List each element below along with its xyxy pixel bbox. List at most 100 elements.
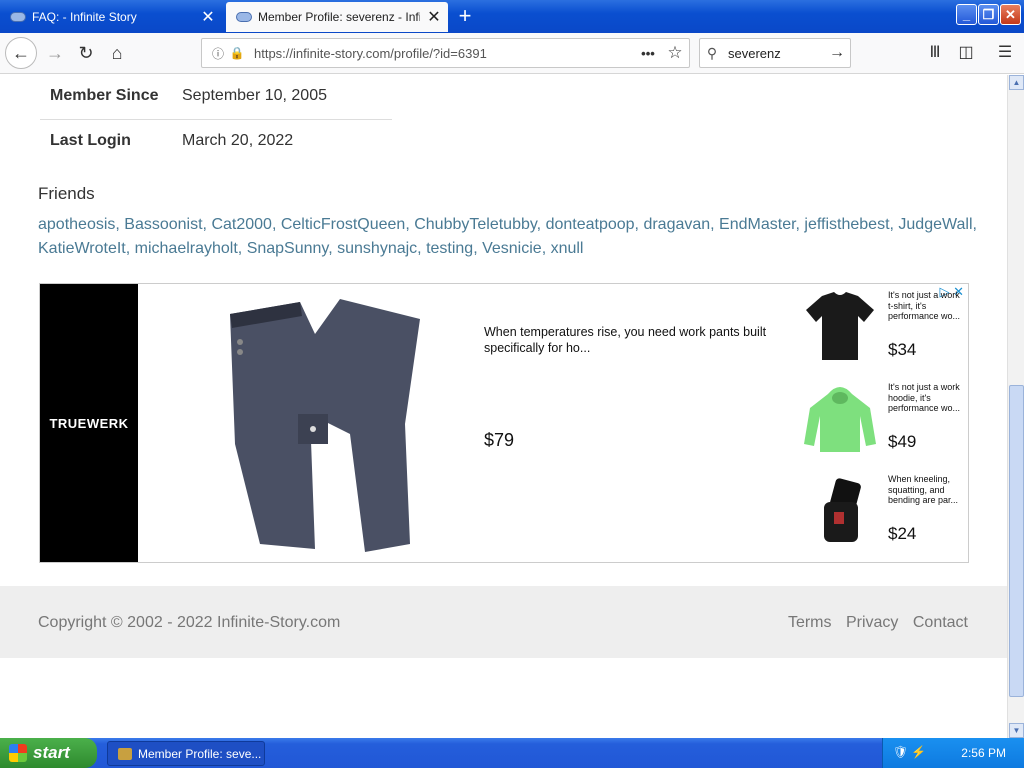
advertisement[interactable]: TRUEWERK When temperatures rise, you nee… bbox=[39, 283, 969, 563]
footer-link-terms[interactable]: Terms bbox=[788, 614, 832, 631]
footer-link-contact[interactable]: Contact bbox=[913, 614, 968, 631]
start-button[interactable]: start bbox=[0, 738, 97, 768]
friends-list: apotheosis, Bassoonist, Cat2000, CelticF… bbox=[38, 213, 978, 261]
bookmark-star-icon[interactable]: ☆ bbox=[661, 43, 689, 63]
menu-hamburger-icon[interactable]: ☰ bbox=[990, 38, 1020, 68]
friend-separator: , bbox=[125, 240, 135, 257]
tab-faq[interactable]: FAQ: - Infinite Story ✕ bbox=[0, 2, 222, 32]
tab-member-profile[interactable]: Member Profile: severenz - Infinite ✕ bbox=[226, 2, 448, 32]
clock: 2:56 PM bbox=[961, 746, 1006, 760]
tshirt-image bbox=[806, 292, 874, 360]
friend-link[interactable]: KatieWroteIt bbox=[38, 240, 126, 257]
friend-link[interactable]: CelticFrostQueen bbox=[281, 216, 406, 233]
vertical-scrollbar[interactable]: ▲ ▼ bbox=[1007, 75, 1024, 738]
friend-link[interactable]: ChubbyTeletubby bbox=[414, 216, 536, 233]
friend-link[interactable]: michaelrayholt bbox=[135, 240, 238, 257]
ad-description[interactable]: When temperatures rise, you need work pa… bbox=[484, 324, 774, 356]
browser-app-icon bbox=[118, 747, 132, 760]
hoodie-image bbox=[804, 387, 876, 452]
back-arrow-icon[interactable]: ← bbox=[5, 37, 37, 69]
friend-separator: , bbox=[405, 216, 415, 233]
address-bar[interactable]: ⓘ 🔒 https://infinite-story.com/profile/?… bbox=[201, 38, 690, 68]
tab-title: FAQ: - Infinite Story bbox=[32, 10, 137, 24]
ad-product-hoodie[interactable]: It's not just a work hoodie, it's perfor… bbox=[800, 378, 968, 468]
product-description: It's not just a work hoodie, it's perfor… bbox=[888, 382, 961, 413]
windows-taskbar: start Member Profile: seve... 🛡 ⚡ 2:56 P… bbox=[0, 738, 1024, 768]
windows-logo-icon bbox=[9, 744, 27, 762]
friend-link[interactable]: EndMaster bbox=[719, 216, 795, 233]
search-go-arrow-icon[interactable]: → bbox=[824, 44, 850, 62]
friend-separator: , bbox=[417, 240, 427, 257]
member-since-label: Member Since bbox=[50, 87, 159, 104]
friend-link[interactable]: sunshynajc bbox=[337, 240, 417, 257]
ad-brand-logo[interactable]: TRUEWERK bbox=[40, 284, 138, 562]
friend-separator: , bbox=[972, 216, 977, 233]
friend-link[interactable]: Bassoonist bbox=[124, 216, 202, 233]
friend-separator: , bbox=[271, 216, 281, 233]
footer-links: Terms Privacy Contact bbox=[778, 614, 968, 632]
search-bar[interactable]: ⚲ severenz → bbox=[699, 38, 851, 68]
sidebar-icon[interactable]: ◫ bbox=[951, 38, 981, 68]
friend-link[interactable]: apotheosis bbox=[38, 216, 115, 233]
scroll-thumb[interactable] bbox=[1009, 385, 1024, 697]
taskbar-item-browser[interactable]: Member Profile: seve... bbox=[107, 741, 265, 766]
tab-title: Member Profile: severenz - Infinite bbox=[258, 10, 420, 24]
search-icon: ⚲ bbox=[706, 44, 718, 61]
last-login-row: Last Login March 20, 2022 bbox=[40, 120, 392, 168]
member-since-row: Member Since September 10, 2005 bbox=[40, 75, 392, 120]
product-description: It's not just a work t-shirt, it's perfo… bbox=[888, 290, 961, 321]
system-tray: 🛡 ⚡ 2:56 PM bbox=[882, 738, 1024, 768]
minimize-button[interactable]: _ bbox=[956, 4, 977, 25]
info-icon[interactable]: ⓘ bbox=[208, 45, 228, 62]
new-tab-plus-icon[interactable]: + bbox=[452, 4, 478, 30]
reload-icon[interactable]: ↻ bbox=[71, 38, 101, 68]
ad-price[interactable]: $79 bbox=[484, 430, 514, 451]
friend-link[interactable]: SnapSunny bbox=[247, 240, 329, 257]
lock-warning-icon[interactable]: 🔒 bbox=[228, 46, 246, 60]
forward-arrow-icon[interactable]: → bbox=[40, 38, 70, 68]
security-shield-icon[interactable]: 🛡 bbox=[893, 745, 908, 759]
ad-product-tshirt[interactable]: It's not just a work t-shirt, it's perfo… bbox=[800, 286, 968, 376]
search-query[interactable]: severenz bbox=[728, 46, 824, 61]
scroll-down-arrow-icon[interactable]: ▼ bbox=[1009, 723, 1024, 738]
home-icon[interactable]: ⌂ bbox=[102, 38, 132, 68]
close-tab-icon[interactable]: ✕ bbox=[420, 7, 448, 27]
copyright-text: Copyright © 2002 - 2022 Infinite-Story.c… bbox=[38, 614, 341, 631]
maximize-button[interactable]: ❐ bbox=[978, 4, 999, 25]
friend-link[interactable]: donteatpoop bbox=[546, 216, 635, 233]
friend-separator: , bbox=[328, 240, 338, 257]
friend-separator: , bbox=[541, 240, 551, 257]
page-footer: Copyright © 2002 - 2022 Infinite-Story.c… bbox=[0, 586, 1007, 658]
network-icon[interactable]: ⚡ bbox=[911, 745, 926, 759]
url-text[interactable]: https://infinite-story.com/profile/?id=6… bbox=[254, 46, 635, 61]
friend-separator: , bbox=[237, 240, 247, 257]
product-description: When kneeling, squatting, and bending ar… bbox=[888, 474, 959, 505]
browser-tab-bar: FAQ: - Infinite Story ✕ Member Profile: … bbox=[0, 0, 1024, 33]
friend-link[interactable]: dragavan bbox=[643, 216, 710, 233]
friend-link[interactable]: jeffisthebest bbox=[804, 216, 889, 233]
friend-link[interactable]: Cat2000 bbox=[211, 216, 272, 233]
ad-pants-image[interactable] bbox=[190, 294, 440, 554]
page-actions-icon[interactable]: ••• bbox=[635, 46, 661, 61]
close-window-button[interactable]: ✕ bbox=[1000, 4, 1021, 25]
member-since-value: September 10, 2005 bbox=[182, 87, 327, 104]
last-login-value: March 20, 2022 bbox=[182, 132, 294, 149]
product-price: $34 bbox=[888, 340, 917, 359]
scroll-up-arrow-icon[interactable]: ▲ bbox=[1009, 75, 1024, 90]
close-tab-icon[interactable]: ✕ bbox=[194, 7, 222, 27]
library-icon[interactable]: Ⅲ bbox=[920, 38, 950, 68]
friend-link[interactable]: xnull bbox=[551, 240, 584, 257]
product-price: $24 bbox=[888, 524, 917, 543]
friend-link[interactable]: testing bbox=[426, 240, 473, 257]
site-favicon-icon bbox=[10, 12, 26, 22]
footer-link-privacy[interactable]: Privacy bbox=[846, 614, 898, 631]
ad-product-kneepads[interactable]: When kneeling, squatting, and bending ar… bbox=[800, 470, 968, 560]
friend-link[interactable]: JudgeWall bbox=[898, 216, 972, 233]
product-price: $49 bbox=[888, 432, 917, 451]
site-favicon-icon bbox=[236, 12, 252, 22]
friend-separator: , bbox=[710, 216, 720, 233]
friend-separator: , bbox=[115, 216, 125, 233]
friend-link[interactable]: Vesnicie bbox=[482, 240, 542, 257]
friend-separator: , bbox=[473, 240, 483, 257]
friend-separator: , bbox=[536, 216, 546, 233]
